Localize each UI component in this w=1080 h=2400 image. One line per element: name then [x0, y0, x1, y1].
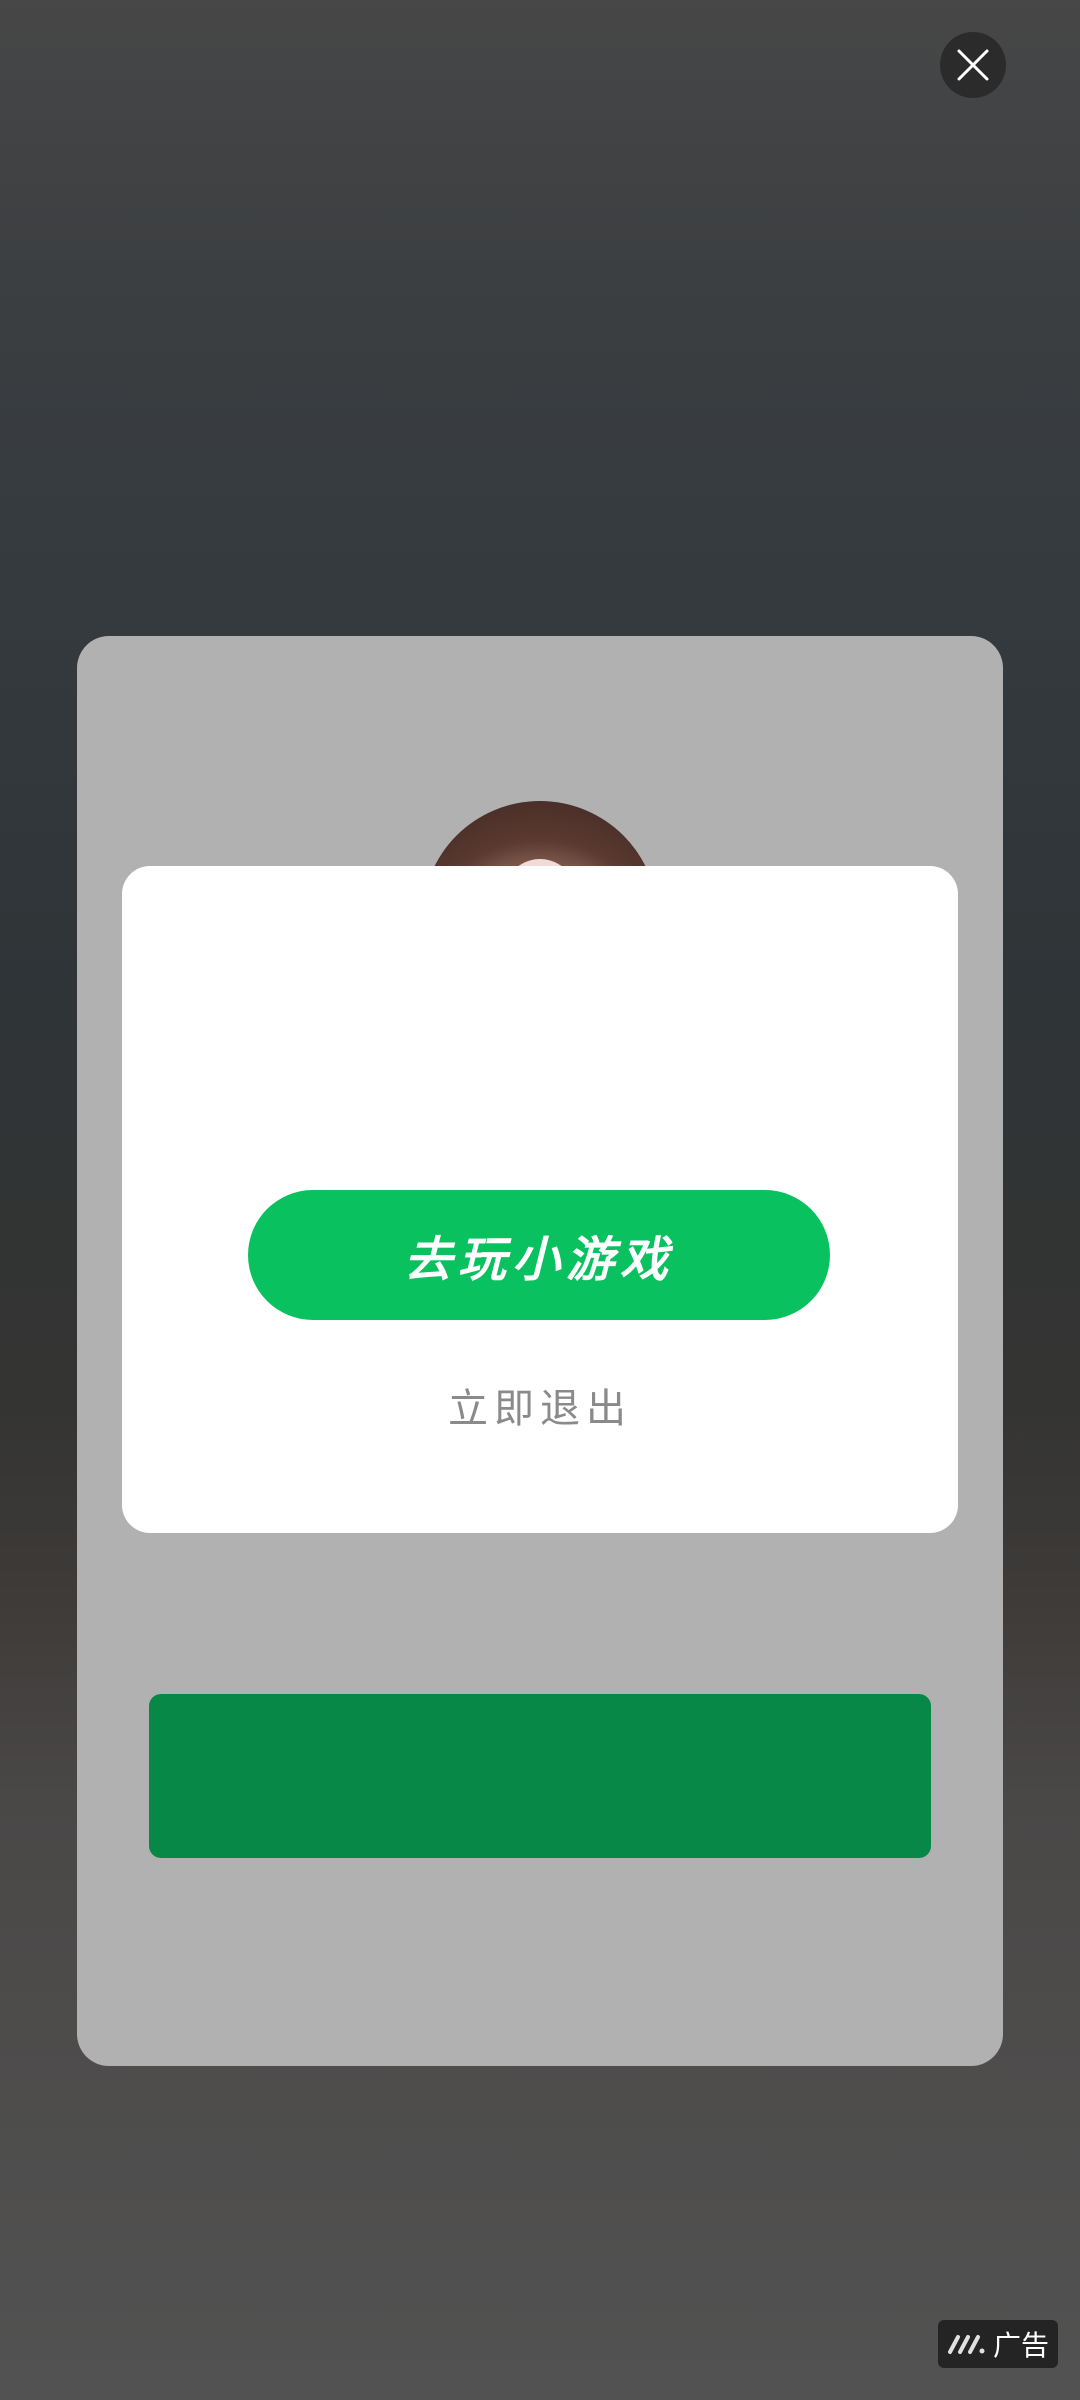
close-button[interactable]: [940, 32, 1006, 98]
ad-badge: 广告: [938, 2320, 1058, 2368]
exit-now-link[interactable]: 立即退出: [122, 1376, 958, 1434]
play-mini-game-button[interactable]: 去玩小游戏: [248, 1190, 830, 1320]
ad-brand-logo-icon: [947, 2335, 985, 2354]
exit-dialog: 去玩小游戏 立即退出: [122, 866, 958, 1533]
ad-action-bar[interactable]: [149, 1694, 931, 1858]
close-icon: [957, 49, 989, 81]
ad-badge-label: 广告: [992, 2329, 1049, 2362]
